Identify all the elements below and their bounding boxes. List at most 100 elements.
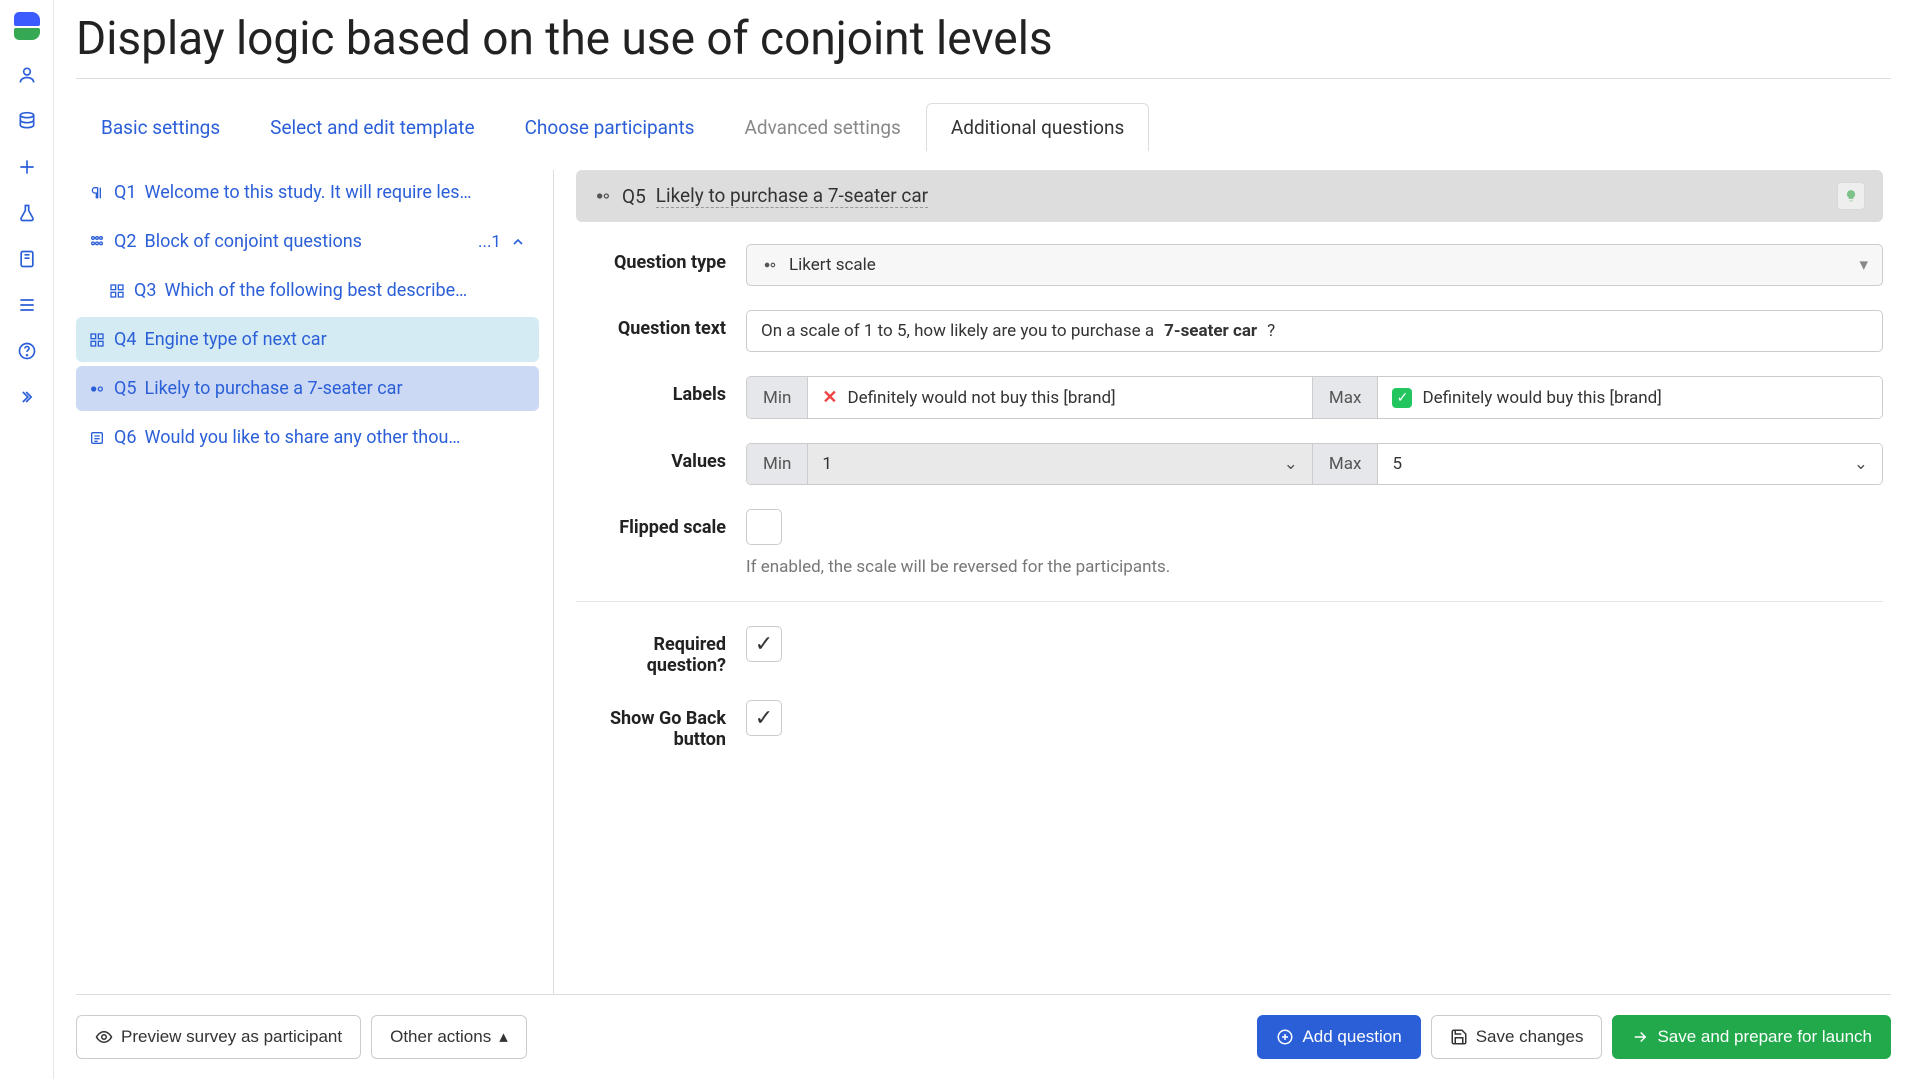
database-icon[interactable]: [16, 110, 38, 132]
question-q1[interactable]: Q1 Welcome to this study. It will requir…: [76, 170, 539, 215]
tab-template[interactable]: Select and edit template: [245, 103, 499, 151]
book-icon[interactable]: [16, 248, 38, 270]
chevron-up-icon[interactable]: [509, 233, 527, 251]
add-question-button[interactable]: Add question: [1257, 1015, 1420, 1059]
expand-icon[interactable]: [16, 386, 38, 408]
values-min-tag: Min: [747, 444, 808, 484]
question-code: Q1: [114, 182, 137, 203]
question-type-value: Likert scale: [789, 255, 876, 275]
flipped-checkbox[interactable]: [746, 509, 782, 545]
grid-icon: [108, 282, 126, 300]
values-max-tag: Max: [1312, 444, 1379, 484]
other-label: Other actions: [390, 1027, 491, 1047]
plus-icon[interactable]: [16, 156, 38, 178]
question-list: Q1 Welcome to this study. It will requir…: [76, 170, 554, 994]
question-text-label: Question text: [576, 310, 746, 339]
question-label: Block of conjoint questions: [145, 231, 362, 252]
caret-down-icon: ⌄: [1854, 454, 1868, 474]
tab-additional[interactable]: Additional questions: [926, 103, 1149, 151]
flipped-label: Flipped scale: [576, 509, 746, 538]
flask-icon[interactable]: [16, 202, 38, 224]
launch-label: Save and prepare for launch: [1657, 1027, 1872, 1047]
preview-label: Preview survey as participant: [121, 1027, 342, 1047]
footer-toolbar: Preview survey as participant Other acti…: [76, 994, 1891, 1079]
check-icon: ✓: [1392, 388, 1412, 408]
caret-up-icon: ▴: [499, 1027, 508, 1047]
paragraph-icon: [88, 184, 106, 202]
question-q3[interactable]: Q3 Which of the following best describe…: [76, 268, 539, 313]
list-icon[interactable]: [16, 294, 38, 316]
block-icon: [88, 233, 106, 251]
app-logo: [12, 12, 42, 40]
editor-header-code: Q5: [622, 185, 646, 208]
values-min-select[interactable]: 1 ⌄: [808, 444, 1312, 484]
other-actions-button[interactable]: Other actions ▴: [371, 1015, 527, 1059]
flipped-help: If enabled, the scale will be reversed f…: [746, 557, 1883, 577]
required-checkbox[interactable]: ✓: [746, 626, 782, 662]
goback-label: Show Go Back button: [576, 700, 746, 750]
question-label: Which of the following best describe…: [165, 280, 468, 301]
question-label: Would you like to share any other thou…: [145, 427, 461, 448]
question-q6[interactable]: Q6 Would you like to share any other tho…: [76, 415, 539, 460]
lightbulb-icon[interactable]: [1837, 182, 1865, 210]
question-type-select[interactable]: Likert scale ▾: [746, 244, 1883, 286]
question-q2[interactable]: Q2 Block of conjoint questions ...1: [76, 219, 539, 264]
labels-min-input[interactable]: ✕ Definitely would not buy this [brand]: [808, 377, 1312, 418]
save-changes-button[interactable]: Save changes: [1431, 1015, 1603, 1059]
tab-basic[interactable]: Basic settings: [76, 103, 245, 151]
question-text-bold: 7-seater car: [1164, 321, 1257, 341]
grid-icon: [88, 331, 106, 349]
left-rail: [0, 0, 54, 1079]
add-label: Add question: [1302, 1027, 1401, 1047]
question-label: Engine type of next car: [145, 329, 327, 350]
values-max-value: 5: [1392, 454, 1402, 474]
labels-label: Labels: [576, 376, 746, 405]
divider: [576, 601, 1883, 602]
main-panel: Display logic based on the use of conjoi…: [54, 0, 1919, 1079]
question-text-input[interactable]: On a scale of 1 to 5, how likely are you…: [746, 310, 1883, 352]
question-q4[interactable]: Q4 Engine type of next car: [76, 317, 539, 362]
values-max-select[interactable]: 5 ⌄: [1378, 444, 1882, 484]
question-editor: Q5 Likely to purchase a 7-seater car Que…: [576, 170, 1891, 840]
tab-advanced[interactable]: Advanced settings: [720, 103, 926, 151]
likert-icon: [594, 187, 612, 205]
tab-bar: Basic settings Select and edit template …: [76, 103, 1891, 152]
question-label: Likely to purchase a 7-seater car: [145, 378, 403, 399]
labels-max-input[interactable]: ✓ Definitely would buy this [brand]: [1378, 377, 1882, 418]
save-launch-button[interactable]: Save and prepare for launch: [1612, 1015, 1891, 1059]
required-label: Required question?: [576, 626, 746, 676]
labels-max-value: Definitely would buy this [brand]: [1422, 388, 1661, 408]
tab-participants[interactable]: Choose participants: [500, 103, 720, 151]
question-code: Q2: [114, 231, 137, 252]
person-icon[interactable]: [16, 64, 38, 86]
eye-icon: [95, 1028, 113, 1046]
values-min-value: 1: [822, 454, 832, 474]
question-code: Q6: [114, 427, 137, 448]
values-label: Values: [576, 443, 746, 472]
question-code: Q3: [134, 280, 157, 301]
labels-max-tag: Max: [1312, 377, 1379, 418]
editor-header-title[interactable]: Likely to purchase a 7-seater car: [656, 184, 928, 208]
preview-button[interactable]: Preview survey as participant: [76, 1015, 361, 1059]
x-icon: ✕: [822, 387, 837, 408]
editor-header: Q5 Likely to purchase a 7-seater car: [576, 170, 1883, 222]
question-q5[interactable]: Q5 Likely to purchase a 7-seater car: [76, 366, 539, 411]
question-code: Q4: [114, 329, 137, 350]
page-title: Display logic based on the use of conjoi…: [76, 12, 1891, 79]
save-label: Save changes: [1476, 1027, 1584, 1047]
labels-min-value: Definitely would not buy this [brand]: [847, 388, 1115, 408]
save-icon: [1450, 1028, 1468, 1046]
question-text-prefix: On a scale of 1 to 5, how likely are you…: [761, 321, 1154, 341]
question-badge: ...1: [478, 232, 501, 252]
question-code: Q5: [114, 378, 137, 399]
caret-down-icon: ⌄: [1284, 454, 1298, 474]
goback-checkbox[interactable]: ✓: [746, 700, 782, 736]
arrow-right-icon: [1631, 1028, 1649, 1046]
question-text-suffix: ?: [1267, 321, 1275, 341]
labels-row: Min ✕ Definitely would not buy this [bra…: [746, 376, 1883, 419]
help-icon[interactable]: [16, 340, 38, 362]
caret-down-icon: ▾: [1859, 255, 1868, 275]
likert-icon: [88, 380, 106, 398]
labels-min-tag: Min: [747, 377, 808, 418]
likert-icon: [761, 256, 779, 274]
